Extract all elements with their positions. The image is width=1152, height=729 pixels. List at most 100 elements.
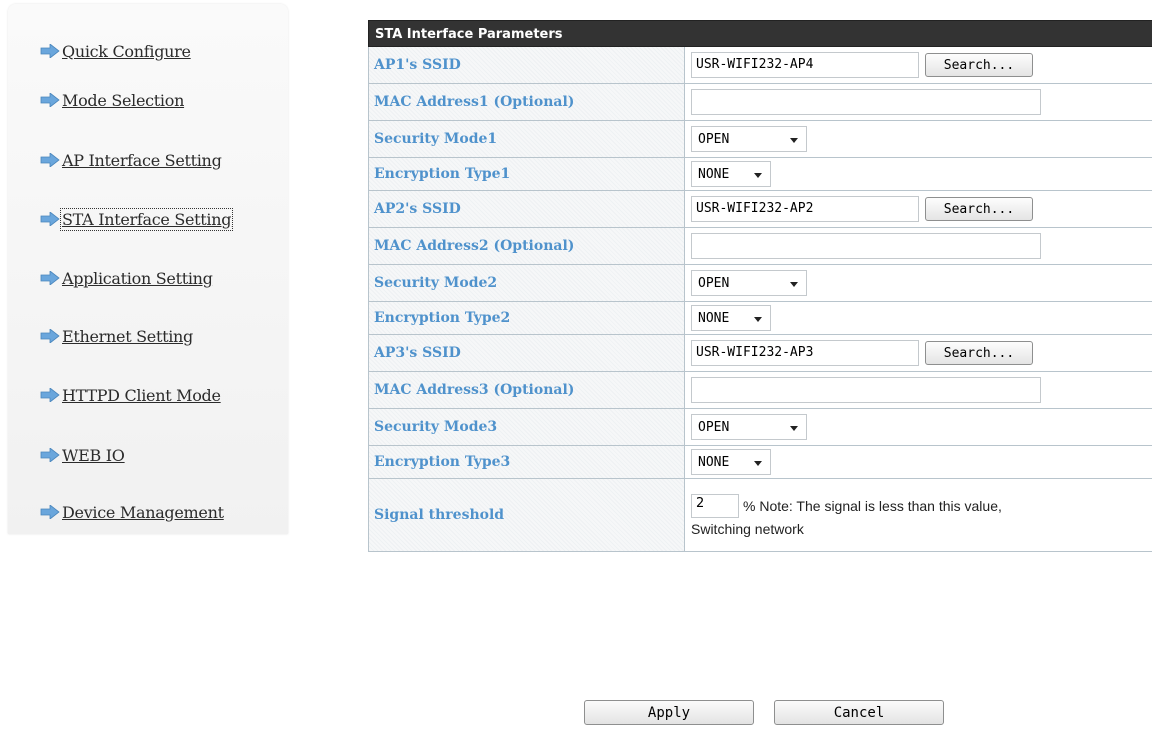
nav-item-quick-configure[interactable]: Quick Configure xyxy=(40,38,191,64)
nav-item-label: Application Setting xyxy=(62,268,213,288)
table-row: AP2's SSID USR-WIFI232-AP2 Search... xyxy=(368,191,1152,228)
table-header: STA Interface Parameters xyxy=(368,20,1152,47)
mac-address1-label: MAC Address1 (Optional) xyxy=(369,84,685,121)
security-mode2-cell: OPEN xyxy=(685,265,1152,302)
nav-item-mode-selection[interactable]: Mode Selection xyxy=(40,87,184,113)
security-mode3-cell: OPEN xyxy=(685,409,1152,446)
mac-address1-input[interactable] xyxy=(691,89,1041,115)
nav-item-label: WEB IO xyxy=(62,445,125,465)
cancel-button[interactable]: Cancel xyxy=(774,700,944,725)
encryption-type1-value: NONE xyxy=(698,166,730,182)
mac-address3-label: MAC Address3 (Optional) xyxy=(369,372,685,409)
sta-parameters-table: STA Interface Parameters AP1's SSID USR-… xyxy=(368,20,1152,552)
threshold-wrap: 2 % Note: The signal is less than this v… xyxy=(691,493,1002,537)
security-mode3-value: OPEN xyxy=(698,419,730,435)
ap3-ssid-label: AP3's SSID xyxy=(369,335,685,372)
table-row: MAC Address1 (Optional) xyxy=(368,84,1152,121)
arrow-right-icon xyxy=(40,448,60,462)
security-mode2-select[interactable]: OPEN xyxy=(691,270,807,296)
security-mode3-select[interactable]: OPEN xyxy=(691,414,807,440)
table-row: MAC Address3 (Optional) xyxy=(368,372,1152,409)
encryption-type1-cell: NONE xyxy=(685,158,1152,191)
arrow-right-icon xyxy=(40,271,60,285)
apply-button[interactable]: Apply xyxy=(584,700,754,725)
chevron-down-icon xyxy=(790,138,798,143)
ap1-search-button[interactable]: Search... xyxy=(925,53,1033,77)
nav-item-sta-interface-setting[interactable]: STA Interface Setting xyxy=(40,206,234,232)
signal-threshold-label: Signal threshold xyxy=(369,479,685,552)
table-row: AP1's SSID USR-WIFI232-AP4 Search... xyxy=(368,47,1152,84)
sidebar-nav: Quick Configure Mode Selection AP Interf… xyxy=(8,4,288,534)
encryption-type1-select[interactable]: NONE xyxy=(691,161,771,187)
nav-item-ap-interface-setting[interactable]: AP Interface Setting xyxy=(40,147,222,173)
arrow-right-icon xyxy=(40,153,60,167)
threshold-line: 2 % Note: The signal is less than this v… xyxy=(691,493,1002,518)
security-mode3-label: Security Mode3 xyxy=(369,409,685,446)
security-mode1-cell: OPEN xyxy=(685,121,1152,158)
nav-item-device-management[interactable]: Device Management xyxy=(40,499,224,525)
nav-item-httpd-client-mode[interactable]: HTTPD Client Mode xyxy=(40,382,221,408)
ap2-ssid-input[interactable]: USR-WIFI232-AP2 xyxy=(691,196,919,222)
security-mode1-select[interactable]: OPEN xyxy=(691,126,807,152)
nav-item-label: Device Management xyxy=(62,502,224,522)
arrow-right-icon xyxy=(40,93,60,107)
encryption-type2-cell: NONE xyxy=(685,302,1152,335)
security-mode1-label: Security Mode1 xyxy=(369,121,685,158)
nav-item-label: Mode Selection xyxy=(62,90,185,110)
arrow-right-icon xyxy=(40,44,60,58)
mac-address2-label: MAC Address2 (Optional) xyxy=(369,228,685,265)
ap2-ssid-cell: USR-WIFI232-AP2 Search... xyxy=(685,191,1152,228)
mac-address3-input[interactable] xyxy=(691,377,1041,403)
signal-threshold-input[interactable]: 2 xyxy=(691,493,739,518)
ap1-ssid-input[interactable]: USR-WIFI232-AP4 xyxy=(691,52,919,78)
security-mode2-label: Security Mode2 xyxy=(369,265,685,302)
nav-item-ethernet-setting[interactable]: Ethernet Setting xyxy=(40,323,193,349)
ap2-ssid-label: AP2's SSID xyxy=(369,191,685,228)
chevron-down-icon xyxy=(754,317,762,322)
threshold-note: % Note: The signal is less than this val… xyxy=(743,497,1002,514)
encryption-type1-label: Encryption Type1 xyxy=(369,158,685,191)
table-row: Encryption Type1 NONE xyxy=(368,158,1152,191)
security-mode1-value: OPEN xyxy=(698,131,730,147)
table-row: Security Mode1 OPEN xyxy=(368,121,1152,158)
encryption-type2-label: Encryption Type2 xyxy=(369,302,685,335)
nav-item-label: Quick Configure xyxy=(62,41,191,61)
arrow-right-icon xyxy=(40,388,60,402)
encryption-type3-select[interactable]: NONE xyxy=(691,449,771,475)
table-row: Signal threshold 2 % Note: The signal is… xyxy=(368,479,1152,552)
nav-item-label: HTTPD Client Mode xyxy=(62,385,221,405)
table-row: AP3's SSID USR-WIFI232-AP3 Search... xyxy=(368,335,1152,372)
arrow-right-icon xyxy=(40,505,60,519)
encryption-type2-select[interactable]: NONE xyxy=(691,305,771,331)
table-row: MAC Address2 (Optional) xyxy=(368,228,1152,265)
ap3-search-button[interactable]: Search... xyxy=(925,341,1033,365)
nav-item-web-io[interactable]: WEB IO xyxy=(40,442,125,468)
ap2-search-button[interactable]: Search... xyxy=(925,197,1033,221)
encryption-type2-value: NONE xyxy=(698,310,730,326)
table-row: Security Mode3 OPEN xyxy=(368,409,1152,446)
ap1-ssid-label: AP1's SSID xyxy=(369,47,685,84)
threshold-note-continued: Switching network xyxy=(691,520,804,537)
signal-threshold-cell: 2 % Note: The signal is less than this v… xyxy=(685,479,1152,552)
nav-item-label: STA Interface Setting xyxy=(59,207,234,231)
table-row: Encryption Type3 NONE xyxy=(368,446,1152,479)
table-row: Encryption Type2 NONE xyxy=(368,302,1152,335)
chevron-down-icon xyxy=(754,461,762,466)
mac-address2-input[interactable] xyxy=(691,233,1041,259)
ap1-ssid-cell: USR-WIFI232-AP4 Search... xyxy=(685,47,1152,84)
encryption-type3-cell: NONE xyxy=(685,446,1152,479)
ap3-ssid-input[interactable]: USR-WIFI232-AP3 xyxy=(691,340,919,366)
mac-address3-cell xyxy=(685,372,1152,409)
nav-item-application-setting[interactable]: Application Setting xyxy=(40,265,213,291)
ap3-ssid-cell: USR-WIFI232-AP3 Search... xyxy=(685,335,1152,372)
chevron-down-icon xyxy=(790,426,798,431)
encryption-type3-label: Encryption Type3 xyxy=(369,446,685,479)
chevron-down-icon xyxy=(754,173,762,178)
chevron-down-icon xyxy=(790,282,798,287)
security-mode2-value: OPEN xyxy=(698,275,730,291)
arrow-right-icon xyxy=(40,212,60,226)
nav-item-label: AP Interface Setting xyxy=(62,150,222,170)
mac-address1-cell xyxy=(685,84,1152,121)
arrow-right-icon xyxy=(40,329,60,343)
mac-address2-cell xyxy=(685,228,1152,265)
